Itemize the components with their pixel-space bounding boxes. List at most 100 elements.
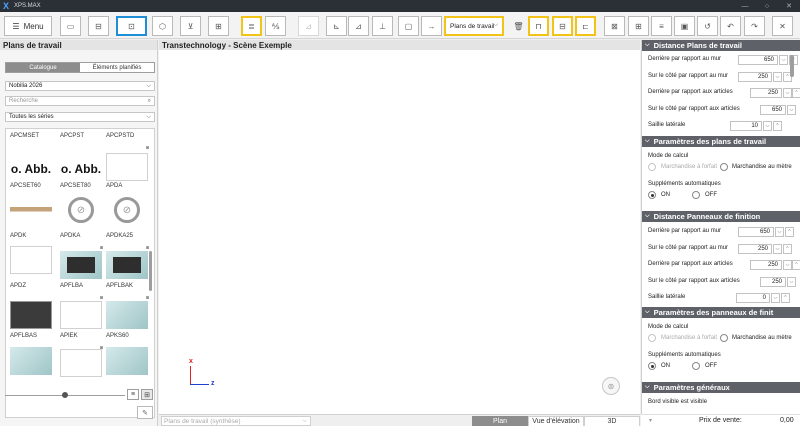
catalog-item[interactable]: APDK [10, 233, 55, 274]
chevron-up-icon[interactable]: ⌃ [783, 244, 792, 254]
distance-input[interactable]: 650 [760, 105, 786, 115]
catalog-item[interactable]: APDZ [10, 283, 55, 329]
worktop-layout-icon[interactable]: ≣ [241, 16, 262, 36]
export-icon[interactable]: ⊠ [604, 16, 625, 36]
grid-view-icon[interactable]: ⊞ [141, 389, 153, 400]
series-select[interactable]: Toutes les séries ⌵ [5, 112, 155, 122]
align-left-icon[interactable]: ⊿ [298, 16, 319, 36]
print-icon[interactable]: ⊞ [628, 16, 649, 36]
catalog-select[interactable]: Nobilia 2026 ⌵ [5, 81, 155, 91]
distance-input[interactable]: 250 [750, 260, 782, 270]
chevron-up-icon[interactable]: ⌃ [773, 121, 782, 131]
minimize-icon[interactable]: — [734, 0, 756, 12]
distance-input[interactable]: 650 [738, 55, 778, 65]
catalog-item[interactable]: APFLBAS [10, 333, 55, 375]
edit-pencil-icon[interactable]: ✎ [137, 406, 153, 419]
section-header-panel-distance[interactable]: ⌵ Distance Panneaux de finition [642, 211, 800, 222]
radio-off[interactable] [692, 362, 700, 370]
worktop-join-icon[interactable]: ⊟ [552, 16, 573, 36]
chevron-up-icon[interactable]: ⌃ [792, 88, 800, 98]
reset-view-icon[interactable]: ⊚ [602, 377, 620, 395]
section-header-general[interactable]: ⌵ Paramètres généraux [642, 382, 800, 393]
catalog-icon[interactable]: ⊞ [208, 16, 229, 36]
chevron-down-icon[interactable]: ⌵ [771, 293, 780, 303]
chevron-down-icon[interactable]: ⌵ [787, 277, 796, 287]
distance-input[interactable]: 250 [760, 277, 786, 287]
catalog-item[interactable]: APCSET80 ⊘ [60, 183, 105, 224]
tab-planned-elements[interactable]: Éléments planifiés [80, 63, 154, 72]
worktop-corner-icon[interactable]: ⊏ [575, 16, 596, 36]
cart-icon[interactable]: ⊻ [180, 16, 201, 36]
slider-knob[interactable] [62, 392, 68, 398]
list-view-icon[interactable]: ≡ [127, 389, 139, 400]
plans-dropdown[interactable]: Plans de travail ⌵ [444, 16, 504, 36]
chevron-down-icon[interactable]: ⌵ [773, 72, 782, 82]
drawing-canvas[interactable]: Transtechnology - Scène Exemple [159, 40, 640, 414]
distance-input[interactable]: 250 [750, 88, 782, 98]
worktop-cut-icon[interactable]: ⊓ [528, 16, 549, 36]
chevron-down-icon[interactable]: ⌵ [763, 121, 772, 131]
room-icon[interactable]: ⊟ [88, 16, 109, 36]
section-header-worktop-distance[interactable]: ⌵ Distance Plans de travail [642, 40, 800, 51]
undo-icon[interactable]: ↶ [720, 16, 741, 36]
radio-on[interactable] [648, 362, 656, 370]
cabinet-icon[interactable]: ⬡ [152, 16, 173, 36]
close-icon[interactable]: ✕ [772, 16, 793, 36]
floorplan-icon[interactable]: ▭ [60, 16, 81, 36]
radio-per-meter[interactable] [720, 334, 728, 342]
dimension-edit-icon[interactable]: ⅍ [265, 16, 286, 36]
chevron-down-icon[interactable]: ⌵ [783, 88, 792, 98]
catalog-item[interactable]: APCSET60 [10, 183, 55, 224]
radio-per-meter[interactable] [720, 163, 728, 171]
distance-input[interactable]: 10 [730, 121, 762, 131]
catalog-scrollbar[interactable] [149, 251, 152, 291]
view-select[interactable]: Plans de travail (synthèse) ⌵ [161, 416, 311, 426]
align-center-icon[interactable]: ⊾ [326, 16, 347, 36]
redo-icon[interactable]: ↷ [744, 16, 765, 36]
section-header-panel-params[interactable]: ⌵ Paramètres des panneaux de finit [642, 307, 800, 318]
distance-input[interactable]: 650 [738, 227, 774, 237]
chevron-down-icon[interactable]: ⌵ [779, 55, 788, 65]
radio-flat-rate[interactable] [648, 163, 656, 171]
arrow-right-icon[interactable]: → [421, 16, 442, 36]
distance-input[interactable]: 0 [736, 293, 770, 303]
catalog-item[interactable]: APDKA ◙ [60, 233, 105, 279]
maximize-icon[interactable]: ○ [756, 0, 778, 12]
tab-catalogue[interactable]: Catalogue [6, 63, 80, 72]
chevron-up-icon[interactable]: ⌃ [792, 260, 800, 270]
list-icon[interactable]: ≡ [651, 16, 672, 36]
catalog-item[interactable]: APCPST o. Abb. [60, 133, 105, 176]
save-icon[interactable]: ▣ [674, 16, 695, 36]
section-header-worktop-params[interactable]: ⌵ Paramètres des plans de travail [642, 136, 800, 147]
catalog-item[interactable]: APDA ⊘ [106, 183, 151, 224]
catalog-item[interactable]: APDKA25 ◙ [106, 233, 151, 279]
radio-on[interactable] [648, 191, 656, 199]
tab-elevation[interactable]: Vue d'élévation [528, 416, 584, 426]
catalog-item[interactable]: APCPSTD ◙ [106, 133, 151, 181]
catalog-item[interactable]: APKS60 [106, 333, 151, 375]
align-right-icon[interactable]: ⊿ [348, 16, 369, 36]
history-icon[interactable]: ↺ [697, 16, 718, 36]
tab-3d[interactable]: 3D [584, 416, 640, 426]
tab-plan[interactable]: Plan [472, 416, 528, 426]
worktop-mode-button[interactable]: ⊡ [116, 16, 147, 36]
distance-input[interactable]: 250 [738, 244, 772, 254]
catalog-item[interactable]: APCMSET o. Abb. [10, 133, 55, 176]
catalog-item[interactable]: APFLBAK ◙ [106, 283, 151, 329]
menu-button[interactable]: ☰ Menu [4, 16, 52, 36]
search-input[interactable]: Recherche ⌕ [5, 96, 155, 106]
document-icon[interactable]: ▢ [398, 16, 419, 36]
trash-icon[interactable]: 🗑 [508, 16, 529, 36]
radio-off[interactable] [692, 191, 700, 199]
chevron-up-icon[interactable]: ⌃ [781, 293, 790, 303]
chevron-down-icon[interactable]: ⌵ [783, 260, 792, 270]
properties-scrollbar[interactable] [790, 55, 794, 77]
distance-input[interactable]: 250 [738, 72, 772, 82]
chevron-up-icon[interactable]: ⌃ [785, 227, 794, 237]
chevron-down-icon[interactable]: ⌵ [775, 227, 784, 237]
chevron-down-icon[interactable]: ⌵ [787, 105, 796, 115]
radio-flat-rate[interactable] [648, 334, 656, 342]
chevron-down-icon[interactable]: ⌵ [773, 244, 782, 254]
catalog-item[interactable]: APFLBA ◙ [60, 283, 105, 329]
catalog-item[interactable]: APIEK ◙ [60, 333, 105, 377]
